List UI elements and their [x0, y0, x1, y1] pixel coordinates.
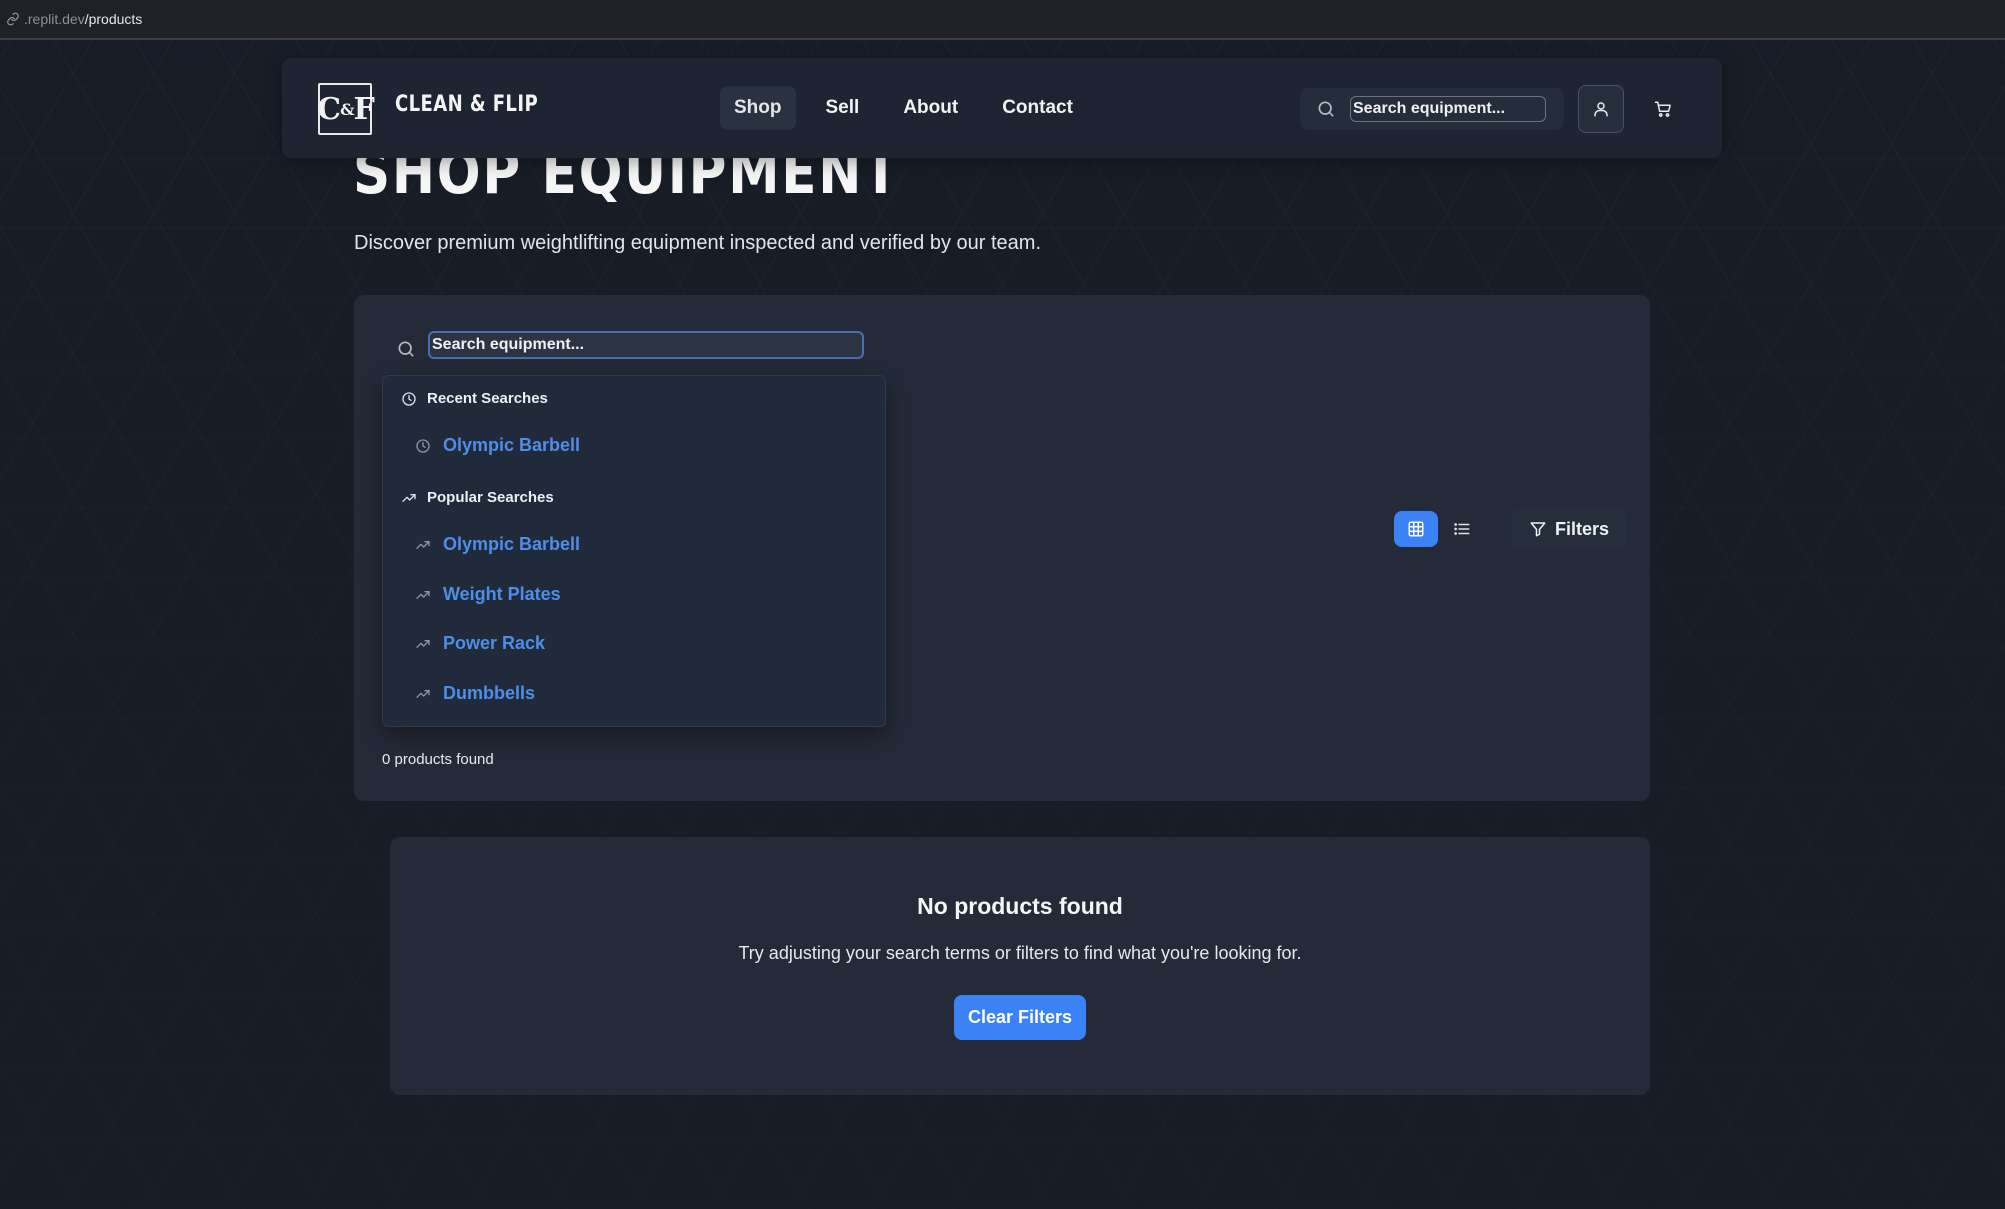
link-icon — [7, 12, 19, 26]
trending-up-icon — [416, 639, 430, 648]
product-search — [396, 329, 880, 369]
recent-searches-label: Recent Searches — [427, 390, 548, 407]
nav-item-about[interactable]: About — [889, 86, 972, 130]
brand-name[interactable]: CLEAN & FLIP — [395, 92, 538, 117]
url-domain: .replit.dev — [24, 11, 85, 27]
list-icon — [1454, 523, 1470, 535]
header-search-input[interactable] — [1350, 96, 1546, 122]
recent-searches-heading: Recent Searches — [401, 390, 548, 407]
filters-button-label: Filters — [1554, 518, 1610, 539]
clock-icon — [416, 438, 430, 453]
grid-view-button[interactable] — [1394, 511, 1438, 547]
page-subtitle: Discover premium weightlifting equipment… — [354, 232, 1042, 254]
trending-up-icon — [416, 590, 430, 599]
logo-letter-f: F — [353, 91, 375, 127]
logo-letter-c: C — [317, 91, 341, 127]
grid-icon — [1408, 521, 1424, 537]
popular-search-label: Olympic Barbell — [443, 534, 581, 554]
nav-item-shop[interactable]: Shop — [720, 86, 796, 130]
results-count: 0 products found — [382, 751, 494, 768]
list-view-button[interactable] — [1440, 511, 1484, 547]
popular-search-item[interactable]: Dumbbells — [415, 683, 535, 704]
filters-button[interactable]: Filters — [1512, 509, 1626, 549]
site-header: C & F CLEAN & FLIP Shop Sell About Contact — [282, 58, 1722, 158]
popular-search-item[interactable]: Power Rack — [415, 633, 545, 654]
clock-icon — [402, 391, 416, 406]
search-icon — [398, 341, 414, 357]
popular-search-label: Dumbbells — [443, 683, 536, 703]
recent-search-label: Olympic Barbell — [443, 435, 581, 455]
recent-search-item[interactable]: Olympic Barbell — [415, 435, 580, 456]
nav-item-contact[interactable]: Contact — [988, 86, 1087, 130]
popular-search-item[interactable]: Weight Plates — [415, 584, 561, 605]
popular-searches-heading: Popular Searches — [401, 489, 554, 506]
empty-state-message: Try adjusting your search terms or filte… — [738, 943, 1302, 963]
product-search-input[interactable] — [428, 331, 864, 359]
clear-filters-button[interactable]: Clear Filters — [954, 995, 1086, 1040]
popular-search-item[interactable]: Olympic Barbell — [415, 534, 580, 555]
account-button[interactable] — [1578, 85, 1624, 133]
main-nav: Shop Sell About Contact — [720, 86, 1087, 130]
popular-search-label: Weight Plates — [443, 584, 561, 604]
cart-button[interactable] — [1640, 85, 1686, 133]
popular-search-label: Power Rack — [443, 633, 546, 653]
url-path: /products — [84, 11, 143, 27]
logo-ampersand: & — [340, 99, 355, 119]
nav-item-sell[interactable]: Sell — [812, 86, 874, 130]
search-icon — [1318, 101, 1334, 117]
view-toggle — [1394, 511, 1484, 547]
cart-icon — [1654, 101, 1671, 117]
empty-state: No products found Try adjusting your sea… — [390, 837, 1650, 1095]
filter-panel: Recent Searches Olympic Barbell Popular … — [354, 295, 1650, 801]
trending-up-icon — [416, 689, 430, 698]
trending-up-icon — [402, 493, 416, 502]
empty-state-title: No products found — [917, 893, 1123, 919]
search-suggestions-dropdown: Recent Searches Olympic Barbell Popular … — [382, 375, 886, 727]
user-icon — [1594, 102, 1608, 117]
trending-up-icon — [416, 540, 430, 549]
browser-url-bar[interactable]: .replit.dev/products — [0, 0, 2005, 40]
popular-searches-label: Popular Searches — [427, 489, 554, 506]
filter-icon — [1530, 522, 1546, 537]
header-search — [1300, 88, 1564, 130]
logo[interactable]: C & F — [317, 83, 375, 135]
